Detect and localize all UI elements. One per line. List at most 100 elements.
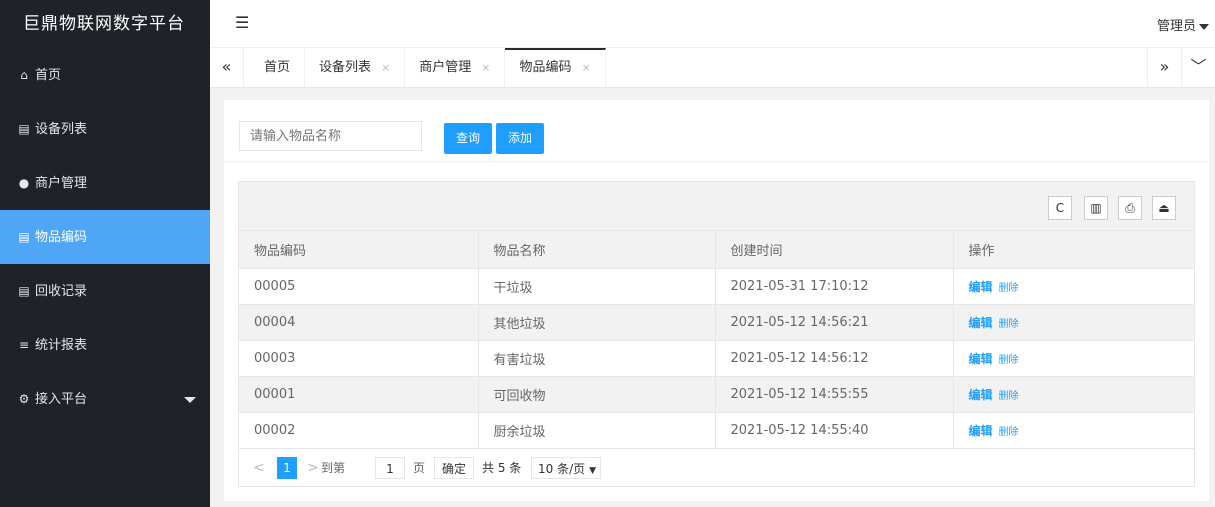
sidebar-item-access-platform[interactable]: ⚙ 接入平台 [0,372,210,426]
menu-icon: ≡ [18,338,30,352]
delete-link[interactable]: 删除 [999,319,1019,330]
cell-code: 00001 [239,376,479,413]
table-row: 00002 厨余垃圾 2021-05-12 14:55:40 编辑 删除 [239,412,1194,449]
print-icon[interactable]: ⎙ [1118,196,1142,220]
cell-actions: 编辑 删除 [953,376,1194,413]
delete-link[interactable]: 删除 [999,355,1019,366]
caret-down-icon [184,397,196,403]
user-icon: ● [18,176,30,190]
sidebar-item-home[interactable]: ⌂ 首页 [0,48,210,102]
app-title: 巨鼎物联网数字平台 [0,0,210,48]
cell-name: 干垃圾 [478,268,716,305]
page-unit-label: 页 [413,460,426,475]
total-count: 共 5 条 [482,460,522,475]
table-row: 00005 干垃圾 2021-05-31 17:10:12 编辑 删除 [239,268,1194,305]
tabs-bar: « 首页 设备列表 × 商户管理 × 物品编码 × » ﹀ [210,48,1215,88]
sidebar-item-label: 物品编码 [35,230,88,245]
refresh-icon[interactable]: C [1048,196,1072,220]
sidebar-item-merchant[interactable]: ● 商户管理 [0,156,210,210]
goto-label: 到第 [321,460,346,475]
list-icon: ▤ [18,122,30,136]
tab-home[interactable]: 首页 [250,48,306,88]
cell-code: 00005 [239,268,479,305]
column-header: 物品编码 [239,231,479,269]
goto-confirm-button[interactable]: 确定 [434,456,474,479]
current-page[interactable]: 1 [277,456,297,479]
tab-label: 首页 [264,60,291,75]
next-page-button[interactable]: > [307,457,319,479]
cell-code: 00002 [239,412,479,449]
user-menu[interactable]: 管理员 [1157,15,1209,34]
cell-time: 2021-05-31 17:10:12 [715,268,954,305]
close-icon[interactable]: × [582,61,591,74]
cell-time: 2021-05-12 14:55:40 [715,412,954,449]
page-size-select[interactable]: 10 条/页 ▼ [531,456,601,479]
top-header: ☰ 管理员 [210,0,1215,48]
pagination: < 1 > 到第 1 页 确定 共 5 条 10 条/页 ▼ [239,449,1194,486]
table: 物品编码 物品名称 创建时间 操作 00005 干垃圾 2021-05-31 1… [239,231,1194,449]
column-header: 操作 [953,231,1194,269]
gear-icon: ⚙ [18,392,30,406]
tab-label: 设备列表 [319,60,372,75]
cell-actions: 编辑 删除 [953,268,1194,305]
query-button[interactable]: 查询 [444,123,493,154]
close-icon[interactable]: × [381,61,390,74]
cell-name: 厨余垃圾 [478,412,716,449]
add-button[interactable]: 添加 [496,123,545,154]
sidebar-item-label: 回收记录 [35,284,88,299]
page-size-value: 10 条/页 [538,461,586,476]
delete-link[interactable]: 删除 [999,283,1019,294]
list-icon: ▤ [18,284,30,298]
cell-actions: 编辑 删除 [953,304,1194,341]
prev-page-button[interactable]: < [253,457,265,479]
sidebar-item-recycle-records[interactable]: ▤ 回收记录 [0,264,210,318]
columns-icon[interactable]: ▥ [1084,196,1108,220]
page-number-input[interactable]: 1 [375,456,405,479]
tabs-scroll-left-button[interactable]: « [210,48,244,88]
edit-link[interactable]: 编辑 [969,424,993,438]
cell-code: 00003 [239,340,479,377]
home-icon: ⌂ [20,68,28,82]
edit-link[interactable]: 编辑 [969,352,993,366]
cell-time: 2021-05-12 14:55:55 [715,376,954,413]
tab-item-code[interactable]: 物品编码 × [505,48,606,88]
tabs-scroll-right-button[interactable]: » [1147,48,1181,88]
edit-link[interactable]: 编辑 [969,280,993,294]
user-name: 管理员 [1156,19,1196,34]
tab-merchant[interactable]: 商户管理 × [405,48,506,88]
delete-link[interactable]: 删除 [999,427,1019,438]
data-table: C ▥ ⎙ ⏏ 物品编码 物品名称 创建时间 操作 00005 干垃圾 2021… [238,181,1195,487]
sidebar-item-item-code[interactable]: ▤ 物品编码 [0,210,210,264]
tab-list: 首页 设备列表 × 商户管理 × 物品编码 × [250,48,606,88]
sidebar-item-label: 统计报表 [35,338,88,353]
edit-link[interactable]: 编辑 [969,388,993,402]
main-content: 查询 添加 C ▥ ⎙ ⏏ 物品编码 物品名称 创建时间 操作 00005 [224,100,1209,501]
sidebar-item-label: 首页 [35,68,62,83]
column-header: 创建时间 [715,231,954,269]
tab-label: 物品编码 [519,60,572,75]
table-row: 00001 可回收物 2021-05-12 14:55:55 编辑 删除 [239,376,1194,413]
table-toolbar: C ▥ ⎙ ⏏ [239,182,1194,231]
cell-name: 有害垃圾 [478,340,716,377]
sidebar-item-label: 商户管理 [35,176,88,191]
cell-code: 00004 [239,304,479,341]
cell-time: 2021-05-12 14:56:21 [715,304,954,341]
export-icon[interactable]: ⏏ [1152,196,1176,220]
menu-fold-icon[interactable]: ☰ [235,13,249,32]
sidebar-item-statistics[interactable]: ≡ 统计报表 [0,318,210,372]
cell-name: 可回收物 [478,376,716,413]
tabs-menu-button[interactable]: ﹀ [1181,48,1215,88]
edit-link[interactable]: 编辑 [969,316,993,330]
sidebar-item-label: 设备列表 [35,122,88,137]
search-input[interactable] [239,121,422,151]
sidebar-item-device-list[interactable]: ▤ 设备列表 [0,102,210,156]
delete-link[interactable]: 删除 [999,391,1019,402]
sidebar: 巨鼎物联网数字平台 ⌂ 首页 ▤ 设备列表 ● 商户管理 ▤ 物品编码 ▤ 回收记录 ≡ 统… [0,0,210,507]
close-icon[interactable]: × [481,61,490,74]
cell-actions: 编辑 删除 [953,340,1194,377]
table-row: 00003 有害垃圾 2021-05-12 14:56:12 编辑 删除 [239,340,1194,377]
table-row: 00004 其他垃圾 2021-05-12 14:56:21 编辑 删除 [239,304,1194,341]
tab-label: 商户管理 [419,60,472,75]
cell-time: 2021-05-12 14:56:12 [715,340,954,377]
tab-device-list[interactable]: 设备列表 × [305,48,406,88]
